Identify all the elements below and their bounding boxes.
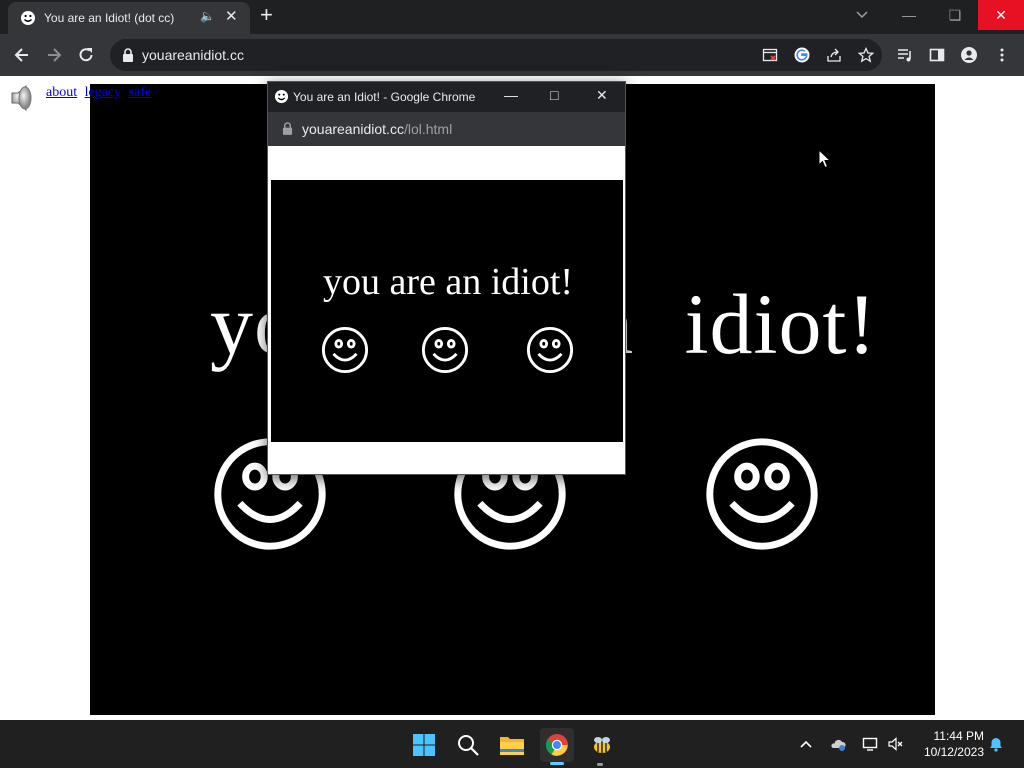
address-bar[interactable]: youareanidiot.cc	[110, 39, 882, 71]
popup-headline-text: you are an idiot!	[323, 261, 574, 303]
file-explorer-icon	[500, 737, 524, 755]
clock-time: 11:44 PM	[933, 729, 984, 743]
page-links: about legacy safe	[46, 85, 155, 101]
taskbar-search-button[interactable]	[451, 728, 485, 762]
onedrive-icon[interactable]	[830, 736, 846, 752]
tab-audio-icon[interactable]: 🔈	[200, 9, 215, 23]
about-link[interactable]: about	[46, 85, 77, 100]
network-icon[interactable]	[862, 736, 878, 752]
taskbar-file-explorer[interactable]	[495, 728, 529, 762]
volume-muted-icon[interactable]	[887, 736, 903, 752]
speaker-icon[interactable]	[6, 82, 38, 114]
popup-title-bar[interactable]: You are an Idiot! - Google Chrome — □ ✕	[268, 82, 625, 112]
restore-icon[interactable]: ❏	[932, 0, 978, 30]
smiley-icon	[421, 326, 469, 374]
popup-blocked-icon[interactable]	[762, 47, 778, 63]
back-icon[interactable]	[12, 45, 32, 65]
google-icon[interactable]	[794, 47, 810, 63]
tab-close-icon[interactable]: ✕	[225, 7, 238, 25]
smiley-icon	[706, 438, 818, 550]
windows-start-icon	[413, 734, 435, 756]
popup-maximize-icon[interactable]: □	[550, 87, 558, 103]
smiley-icon	[526, 326, 574, 374]
browser-toolbar: youareanidiot.cc	[0, 34, 1024, 76]
popup-url: youareanidiot.cc/lol.html	[302, 121, 452, 137]
clock-date: 10/12/2023	[923, 745, 984, 759]
forward-icon[interactable]	[44, 45, 64, 65]
profile-icon[interactable]	[961, 47, 977, 63]
lock-icon	[282, 122, 293, 135]
smiley-icon	[21, 11, 35, 25]
popup-url-path: /lol.html	[403, 121, 453, 137]
star-icon[interactable]	[858, 47, 874, 63]
menu-icon[interactable]	[994, 47, 1010, 63]
legacy-link[interactable]: legacy	[85, 85, 122, 100]
chevron-up-icon[interactable]	[798, 736, 814, 752]
popup-animation-stage: you are an idiot!	[271, 180, 623, 442]
popup-window[interactable]: You are an Idiot! - Google Chrome — □ ✕ …	[267, 81, 626, 475]
taskbar: 11:44 PM 10/12/2023	[0, 720, 1024, 768]
system-clock[interactable]: 11:44 PM 10/12/2023	[914, 728, 984, 760]
bell-icon[interactable]	[988, 736, 1004, 752]
popup-title: You are an Idiot! - Google Chrome	[293, 90, 476, 104]
popup-close-icon[interactable]: ✕	[596, 87, 608, 104]
popup-minimize-icon[interactable]: —	[504, 87, 518, 103]
minimize-icon[interactable]: —	[886, 0, 932, 30]
active-app-indicator	[550, 762, 564, 765]
tab-search-icon[interactable]	[854, 8, 870, 22]
safe-link[interactable]: safe	[129, 85, 152, 100]
search-icon	[458, 735, 479, 756]
side-panel-icon[interactable]	[929, 47, 945, 63]
address-url: youareanidiot.cc	[142, 47, 244, 63]
tab-title: You are an Idiot! (dot cc)	[44, 11, 175, 25]
smiley-icon	[321, 326, 369, 374]
popup-address-bar: youareanidiot.cc/lol.html	[268, 112, 625, 146]
tab-strip: You are an Idiot! (dot cc) 🔈 ✕ + — ❏ ✕	[0, 0, 1024, 34]
smiley-icon	[274, 89, 289, 104]
chrome-icon	[546, 734, 568, 756]
new-tab-icon[interactable]: +	[260, 4, 273, 26]
taskbar-chrome[interactable]	[540, 728, 574, 765]
running-app-indicator	[597, 763, 603, 766]
reload-icon[interactable]	[76, 45, 96, 65]
lock-icon[interactable]	[122, 48, 134, 62]
share-icon[interactable]	[826, 47, 842, 63]
taskbar-bee-app[interactable]	[585, 728, 619, 762]
media-queue-icon[interactable]	[897, 47, 913, 63]
start-button[interactable]	[407, 728, 441, 762]
popup-url-host: youareanidiot.cc	[302, 121, 404, 137]
browser-tab[interactable]: You are an Idiot! (dot cc) 🔈 ✕	[8, 2, 250, 34]
mouse-cursor-icon	[818, 149, 832, 169]
close-icon[interactable]: ✕	[978, 0, 1024, 30]
bee-app-icon	[594, 737, 610, 753]
